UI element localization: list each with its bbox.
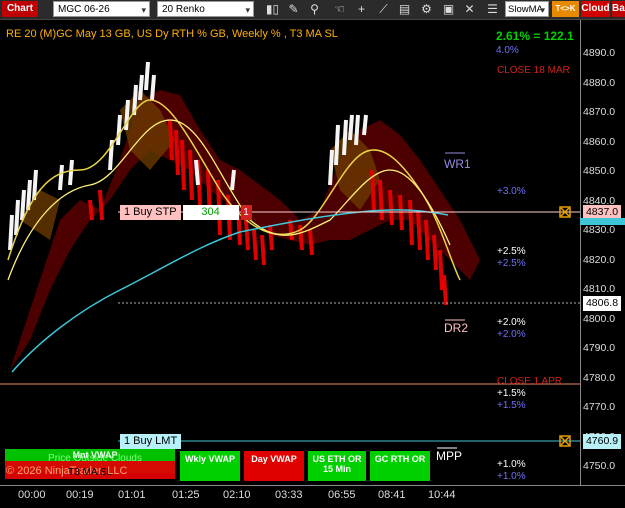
- y-tick-label: 4880.0: [583, 76, 616, 89]
- y-tick-label: 4810.0: [583, 283, 616, 295]
- list-icon[interactable]: ☰: [484, 1, 501, 17]
- y-tick-label: 4790.0: [583, 342, 616, 354]
- level-p10a: +1.0%: [497, 459, 526, 470]
- level-p15a: +1.5%: [497, 388, 526, 399]
- buy-stp-label: 1 Buy STP: [120, 205, 181, 220]
- instrument-selector[interactable]: MGC 06-26: [53, 1, 150, 18]
- x-tick-label: 00:19: [66, 489, 94, 501]
- chart-tab[interactable]: Chart: [2, 1, 38, 17]
- cross-icon[interactable]: ✕: [461, 1, 478, 17]
- us-eth-label: US ETH OR 15 Min: [312, 454, 362, 474]
- dr2-label: DR2: [444, 321, 469, 335]
- x-tick-label: 03:33: [275, 489, 303, 501]
- close-mar-label: CLOSE 18 MAR: [497, 65, 570, 76]
- cyan-ma-marker: [580, 218, 625, 225]
- mpp-label: MPP: [436, 449, 463, 463]
- y-tick-label: 4860.0: [583, 135, 616, 148]
- y-tick-label: 4820.0: [583, 253, 616, 266]
- order-icon[interactable]: ▣: [440, 1, 457, 17]
- y-tick-label: 4890.0: [583, 47, 616, 59]
- y-tick-label: 4850.0: [583, 165, 616, 177]
- pct-small: 4.0%: [496, 45, 519, 56]
- bars-icon[interactable]: ▮▯: [264, 1, 281, 17]
- buy-lmt-price-box: 4760.9: [583, 434, 621, 449]
- time-axis[interactable]: [0, 485, 625, 508]
- gc-rth-label: GC RTH OR: [374, 454, 426, 464]
- price-axis[interactable]: [580, 20, 625, 485]
- properties-icon[interactable]: ▤: [396, 1, 413, 17]
- t3-label: T3 MA SL: [68, 467, 112, 478]
- x-tick-label: 02:10: [223, 489, 251, 501]
- x-tick-label: 06:55: [328, 489, 356, 501]
- price-chart-canvas[interactable]: [0, 20, 580, 485]
- buy-stp-price[interactable]: 304: [182, 205, 239, 220]
- chart-toolbar: Chart MGC 06-26 20 Renko ▮▯ ✎ ⚲ ☜ + ⟋ ▤ …: [0, 0, 625, 20]
- bar-type-selector[interactable]: 20 Renko: [157, 1, 254, 18]
- level-p10b: +1.0%: [497, 471, 526, 482]
- cloud-button[interactable]: Cloud: [581, 1, 610, 17]
- wr1-label: WR1: [444, 157, 471, 171]
- tk-button[interactable]: T<>K: [552, 1, 579, 17]
- last-price-box: 4806.8: [583, 296, 621, 311]
- level-p15b: +1.5%: [497, 400, 526, 411]
- y-tick-label: 4780.0: [583, 371, 616, 384]
- indicator-selector[interactable]: SlowMA: [505, 1, 549, 18]
- magnify-icon[interactable]: ⚲: [306, 1, 323, 17]
- day-vwap-label: Day VWAP: [251, 454, 297, 464]
- buy-lmt-order-tag[interactable]: 1 Buy LMT: [120, 434, 182, 449]
- buy-stp-qty[interactable]: 1: [240, 205, 252, 220]
- chart-title: RE 20 (M)GC May 13 GB, US Dy RTH % GB, W…: [6, 28, 338, 40]
- level-p25a: +2.5%: [497, 246, 526, 257]
- y-tick-label: 4870.0: [583, 106, 616, 118]
- y-tick-label: 4800.0: [583, 312, 616, 325]
- level-p20b: +2.0%: [497, 329, 526, 340]
- bar-button[interactable]: Bar: [612, 1, 625, 17]
- x-tick-label: 10:44: [428, 489, 456, 501]
- day-vwap-box: Day VWAP: [244, 451, 304, 481]
- pct-change: 2.61% = 122.1: [496, 29, 574, 43]
- gc-rth-box: GC RTH OR: [370, 451, 430, 481]
- crosshair-icon[interactable]: +: [353, 1, 370, 17]
- wkly-vwap-box: Wkly VWAP: [180, 451, 240, 481]
- buy-stp-order-tag[interactable]: 1 Buy STP 304 1: [120, 205, 252, 220]
- us-eth-box: US ETH OR 15 Min: [308, 451, 366, 481]
- x-tick-label: 01:01: [118, 489, 146, 501]
- price-outside-label: Price Outside Clouds: [48, 453, 142, 464]
- strategy-icon[interactable]: ⚙: [418, 1, 435, 17]
- x-tick-label: 08:41: [378, 489, 406, 501]
- level-p25b: +2.5%: [497, 258, 526, 269]
- y-tick-label: 4830.0: [583, 224, 616, 236]
- level-p20a: +2.0%: [497, 317, 526, 328]
- pencil-icon[interactable]: ✎: [285, 1, 302, 17]
- y-tick-label: 4750.0: [583, 460, 616, 472]
- wkly-vwap-label: Wkly VWAP: [184, 454, 235, 464]
- x-tick-label: 00:00: [18, 489, 46, 501]
- level-p30: +3.0%: [497, 186, 526, 197]
- y-tick-label: 4770.0: [583, 401, 616, 413]
- draw-tool-icon[interactable]: ⟋: [375, 1, 392, 17]
- close-apr-label: CLOSE 1 APR: [497, 376, 563, 387]
- x-tick-label: 01:25: [172, 489, 200, 501]
- hand-icon[interactable]: ☜: [331, 1, 348, 17]
